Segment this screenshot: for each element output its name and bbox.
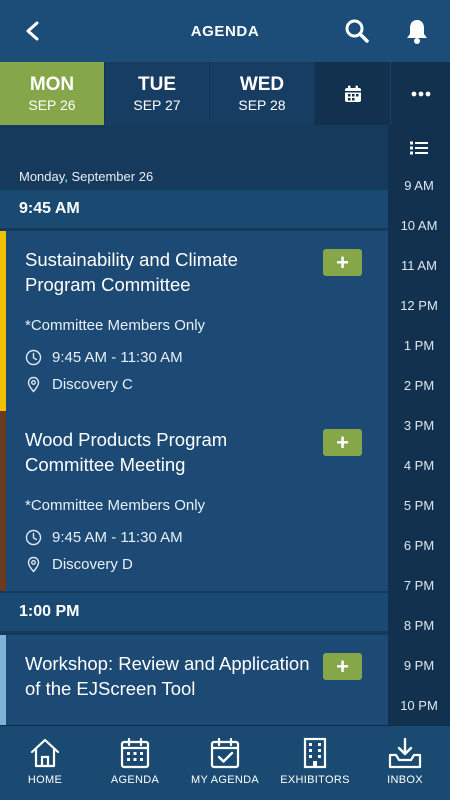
session-card[interactable]: Wood Products Program Committee Meeting … xyxy=(0,411,388,591)
session-time-row: 9:45 AM - 11:30 AM xyxy=(25,529,183,546)
home-icon xyxy=(30,738,60,768)
rail-time-label[interactable]: 9 AM xyxy=(388,178,450,193)
calendar-icon xyxy=(344,85,361,102)
nav-label: INBOX xyxy=(387,774,423,786)
rail-time-label[interactable]: 12 PM xyxy=(388,298,450,313)
rail-time-label[interactable]: 9 PM xyxy=(388,658,450,673)
rail-time-label[interactable]: 4 PM xyxy=(388,458,450,473)
calendar-check-icon xyxy=(210,737,240,769)
tab-day-name: TUE xyxy=(138,73,176,95)
rail-time-label[interactable]: 3 PM xyxy=(388,418,450,433)
tab-day-date: SEP 27 xyxy=(133,96,181,113)
calendar-icon xyxy=(120,737,150,769)
tab-wed[interactable]: WED SEP 28 xyxy=(210,62,315,125)
location-pin-icon xyxy=(27,556,40,573)
add-to-agenda-button[interactable]: + xyxy=(323,429,362,456)
time-group-header: 9:45 AM xyxy=(0,190,388,228)
clock-icon xyxy=(25,349,42,366)
nav-my-agenda[interactable]: MY AGENDA xyxy=(180,726,270,800)
bell-icon xyxy=(407,20,427,44)
nav-home[interactable]: HOME xyxy=(0,726,90,800)
page-title: AGENDA xyxy=(190,22,260,40)
building-icon xyxy=(303,737,327,769)
chevron-left-icon xyxy=(26,21,39,41)
track-color-bar xyxy=(0,635,6,725)
more-days-button[interactable] xyxy=(391,62,450,125)
session-card[interactable]: Sustainability and Climate Program Commi… xyxy=(0,231,388,411)
tab-tue[interactable]: TUE SEP 27 xyxy=(105,62,210,125)
session-location-row: Discovery C xyxy=(25,376,133,393)
inbox-download-icon xyxy=(388,737,422,769)
nav-label: MY AGENDA xyxy=(191,774,259,786)
day-tabs: MON SEP 26 TUE SEP 27 WED SEP 28 xyxy=(0,62,450,125)
notifications-button[interactable] xyxy=(392,0,442,62)
session-location: Discovery D xyxy=(52,556,133,573)
list-icon xyxy=(410,141,428,155)
nav-exhibitors[interactable]: EXHIBITORS xyxy=(270,726,360,800)
rail-time-label[interactable]: 7 PM xyxy=(388,578,450,593)
back-button[interactable] xyxy=(8,0,58,62)
rail-time-label[interactable]: 2 PM xyxy=(388,378,450,393)
tab-day-date: SEP 28 xyxy=(238,96,286,113)
rail-time-label[interactable]: 10 AM xyxy=(388,218,450,233)
clock-icon xyxy=(25,529,42,546)
rail-time-label[interactable]: 6 PM xyxy=(388,538,450,553)
tab-day-name: MON xyxy=(29,73,75,95)
session-note: *Committee Members Only xyxy=(25,317,206,334)
session-title: Workshop: Review and Application of the … xyxy=(25,653,310,699)
session-title: Wood Products Program Committee Meeting xyxy=(25,429,228,475)
session-location: Discovery C xyxy=(52,376,133,393)
rail-time-label[interactable]: 1 PM xyxy=(388,338,450,353)
tab-mon[interactable]: MON SEP 26 xyxy=(0,62,105,125)
session-card[interactable]: Workshop: Review and Application of the … xyxy=(0,635,388,725)
session-note: *Committee Members Only xyxy=(25,497,206,514)
more-horizontal-icon xyxy=(411,91,430,96)
session-time-row: 9:45 AM - 11:30 AM xyxy=(25,349,183,366)
location-pin-icon xyxy=(27,376,40,393)
track-color-bar xyxy=(0,231,6,411)
time-rail: 9 AM 10 AM 11 AM 12 PM 1 PM 2 PM 3 PM 4 … xyxy=(388,125,450,725)
bottom-nav: HOME AGENDA MY AGENDA EXHIBITORS INBOX xyxy=(0,725,450,800)
nav-agenda[interactable]: AGENDA xyxy=(90,726,180,800)
session-time: 9:45 AM - 11:30 AM xyxy=(52,529,183,546)
add-to-agenda-button[interactable]: + xyxy=(323,249,362,276)
rail-time-label[interactable]: 11 AM xyxy=(388,258,450,273)
session-location-row: Discovery D xyxy=(25,556,133,573)
add-to-agenda-button[interactable]: + xyxy=(323,653,362,680)
tab-day-date: SEP 26 xyxy=(28,96,76,113)
session-time: 9:45 AM - 11:30 AM xyxy=(52,349,183,366)
list-view-button[interactable] xyxy=(388,133,450,163)
rail-time-label[interactable]: 5 PM xyxy=(388,498,450,513)
calendar-picker-button[interactable] xyxy=(315,62,391,125)
nav-label: HOME xyxy=(27,774,63,786)
search-icon xyxy=(345,19,369,43)
rail-time-label[interactable]: 8 PM xyxy=(388,618,450,633)
nav-label: AGENDA xyxy=(110,774,160,786)
nav-inbox[interactable]: INBOX xyxy=(360,726,450,800)
rail-time-label[interactable]: 10 PM xyxy=(388,698,450,713)
search-button[interactable] xyxy=(332,0,382,62)
date-heading: Monday, September 26 xyxy=(19,169,154,184)
app-header: AGENDA xyxy=(0,0,450,62)
session-title: Sustainability and Climate Program Commi… xyxy=(25,249,238,295)
track-color-bar xyxy=(0,411,6,591)
nav-label: EXHIBITORS xyxy=(280,774,350,786)
time-group-header: 1:00 PM xyxy=(0,593,388,631)
agenda-list[interactable]: Monday, September 26 9:45 AM Sustainabil… xyxy=(0,125,388,725)
tab-day-name: WED xyxy=(239,73,285,95)
